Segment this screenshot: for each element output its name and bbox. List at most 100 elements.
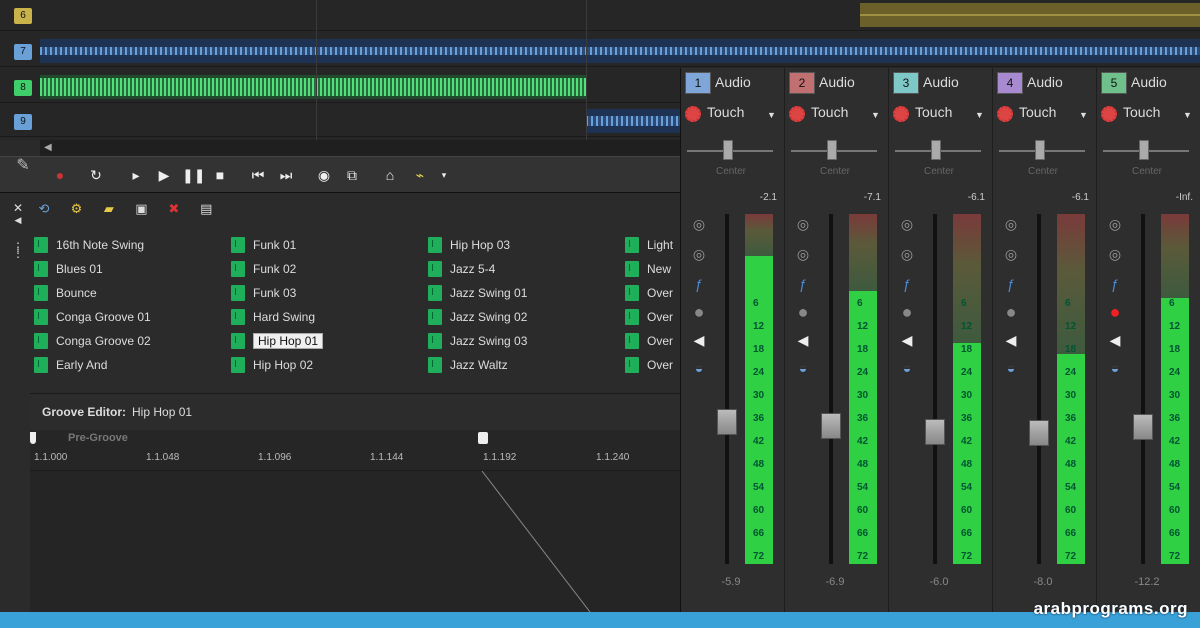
automation-gear-icon[interactable]	[997, 106, 1013, 122]
record-arm-icon[interactable]: ●	[793, 302, 813, 322]
strip-name[interactable]: Audio	[1131, 72, 1167, 92]
automation-dropdown-icon[interactable]: ▼	[767, 110, 776, 120]
record-arm-icon[interactable]: ●	[689, 302, 709, 322]
strip-number[interactable]: 1	[685, 72, 711, 94]
automation-mode[interactable]: Touch	[1019, 104, 1056, 120]
auto-button[interactable]: ⌂	[380, 165, 400, 185]
automation-gear-icon[interactable]	[789, 106, 805, 122]
loop-button[interactable]: ↻	[86, 165, 106, 185]
groove-item[interactable]: New	[625, 259, 680, 283]
groove-marker[interactable]	[478, 432, 488, 444]
automation-dropdown-icon[interactable]: ▼	[1079, 110, 1088, 120]
delete-icon[interactable]: ✖	[164, 199, 184, 219]
automation-mode[interactable]: Touch	[1123, 104, 1160, 120]
groove-item[interactable]: Hard Swing	[231, 307, 323, 331]
fx-knob-icon[interactable]: ◎	[1001, 214, 1021, 234]
groove-item[interactable]: Hip Hop 03	[428, 235, 527, 259]
groove-item[interactable]: Jazz 5-4	[428, 259, 527, 283]
eq-knob-icon[interactable]: ◎	[689, 244, 709, 264]
fx-icon[interactable]: ƒ	[1001, 274, 1021, 294]
mute-speaker-icon[interactable]: ◀	[1105, 330, 1125, 350]
monitor-icon[interactable]: ◒	[897, 358, 917, 378]
groove-item[interactable]: Bounce	[34, 283, 151, 307]
strip-number[interactable]: 3	[893, 72, 919, 94]
groove-timeline[interactable]: Pre-Groove 1.1.000 1.1.048 1.1.096 1.1.1…	[30, 430, 680, 471]
pan-slider[interactable]	[723, 140, 733, 160]
groove-editor-canvas[interactable]	[30, 470, 680, 612]
mute-speaker-icon[interactable]: ◀	[689, 330, 709, 350]
groove-settings-icon[interactable]: ⚙	[66, 199, 86, 219]
automation-mode[interactable]: Touch	[915, 104, 952, 120]
pan-slider[interactable]	[1139, 140, 1149, 160]
record-arm-icon[interactable]: ●	[1105, 302, 1125, 322]
eq-knob-icon[interactable]: ◎	[897, 244, 917, 264]
groove-item[interactable]: Jazz Swing 03	[428, 331, 527, 355]
strip-number[interactable]: 5	[1101, 72, 1127, 94]
monitor-icon[interactable]: ◒	[793, 358, 813, 378]
scroll-left-icon[interactable]: ◀	[44, 142, 52, 153]
strip-number[interactable]: 2	[789, 72, 815, 94]
pan-slider[interactable]	[931, 140, 941, 160]
strip-name[interactable]: Audio	[1027, 72, 1063, 92]
apply-groove-icon[interactable]: ⟲	[34, 199, 54, 219]
play-from-start-button[interactable]: ▸	[126, 165, 146, 185]
export-icon[interactable]: ▤	[196, 199, 216, 219]
groove-item[interactable]: Conga Groove 02	[34, 331, 151, 355]
fx-icon[interactable]: ƒ	[793, 274, 813, 294]
volume-fader[interactable]	[717, 409, 737, 435]
folder-icon[interactable]: ▰	[99, 199, 119, 219]
pan-slider[interactable]	[1035, 140, 1045, 160]
go-to-end-button[interactable]: ⏭	[276, 165, 296, 185]
groove-item[interactable]: Blues 01	[34, 259, 151, 283]
automation-gear-icon[interactable]	[685, 106, 701, 122]
fx-icon[interactable]: ƒ	[689, 274, 709, 294]
volume-fader[interactable]	[925, 419, 945, 445]
monitor-icon[interactable]: ◒	[1001, 358, 1021, 378]
audio-clip[interactable]	[40, 75, 586, 99]
groove-item[interactable]: Funk 03	[231, 283, 323, 307]
eq-knob-icon[interactable]: ◎	[1105, 244, 1125, 264]
groove-item[interactable]: Conga Groove 01	[34, 307, 151, 331]
track-number[interactable]: 8	[14, 80, 32, 96]
go-to-start-button[interactable]: ⏮	[248, 165, 268, 185]
fx-icon[interactable]: ƒ	[897, 274, 917, 294]
drag-handle-icon[interactable]: ⋮ ⋮	[8, 241, 28, 259]
groove-item[interactable]: Jazz Swing 02	[428, 307, 527, 331]
automation-dropdown-icon[interactable]: ▼	[1183, 110, 1192, 120]
strip-name[interactable]: Audio	[923, 72, 959, 92]
groove-item[interactable]: Over	[625, 283, 680, 307]
volume-fader[interactable]	[1029, 420, 1049, 446]
eq-knob-icon[interactable]: ◎	[793, 244, 813, 264]
collapse-icon[interactable]: ◀	[8, 215, 28, 226]
track-number[interactable]: 7	[14, 44, 32, 60]
track-number[interactable]: 6	[14, 8, 32, 24]
automation-dropdown-icon[interactable]: ▼	[871, 110, 880, 120]
play-button[interactable]: ▶	[154, 165, 174, 185]
mute-speaker-icon[interactable]: ◀	[1001, 330, 1021, 350]
track-row[interactable]: 7	[0, 36, 1200, 67]
monitor-icon[interactable]: ◒	[1105, 358, 1125, 378]
fx-knob-icon[interactable]: ◎	[1105, 214, 1125, 234]
volume-fader[interactable]	[821, 413, 841, 439]
monitor-icon[interactable]: ◒	[689, 358, 709, 378]
automation-mode[interactable]: Touch	[707, 104, 744, 120]
metronome-button[interactable]: ◉	[314, 165, 334, 185]
start-marker[interactable]	[30, 432, 36, 444]
stop-button[interactable]: ■	[210, 165, 230, 185]
fx-knob-icon[interactable]: ◎	[897, 214, 917, 234]
automation-gear-icon[interactable]	[893, 106, 909, 122]
record-arm-icon[interactable]: ●	[1001, 302, 1021, 322]
track-number[interactable]: 9	[14, 114, 32, 130]
groove-item[interactable]: Over	[625, 355, 680, 379]
automation-mode[interactable]: Touch	[811, 104, 848, 120]
save-icon[interactable]: ▣	[131, 199, 151, 219]
pause-button[interactable]: ❚❚	[182, 165, 205, 185]
groove-item[interactable]: Over	[625, 331, 680, 355]
automation-dropdown-icon[interactable]: ▼	[975, 110, 984, 120]
fx-knob-icon[interactable]: ◎	[689, 214, 709, 234]
groove-item[interactable]: Over	[625, 307, 680, 331]
groove-item[interactable]: Funk 01	[231, 235, 323, 259]
strip-number[interactable]: 4	[997, 72, 1023, 94]
strip-name[interactable]: Audio	[715, 72, 751, 92]
record-arm-icon[interactable]: ●	[897, 302, 917, 322]
